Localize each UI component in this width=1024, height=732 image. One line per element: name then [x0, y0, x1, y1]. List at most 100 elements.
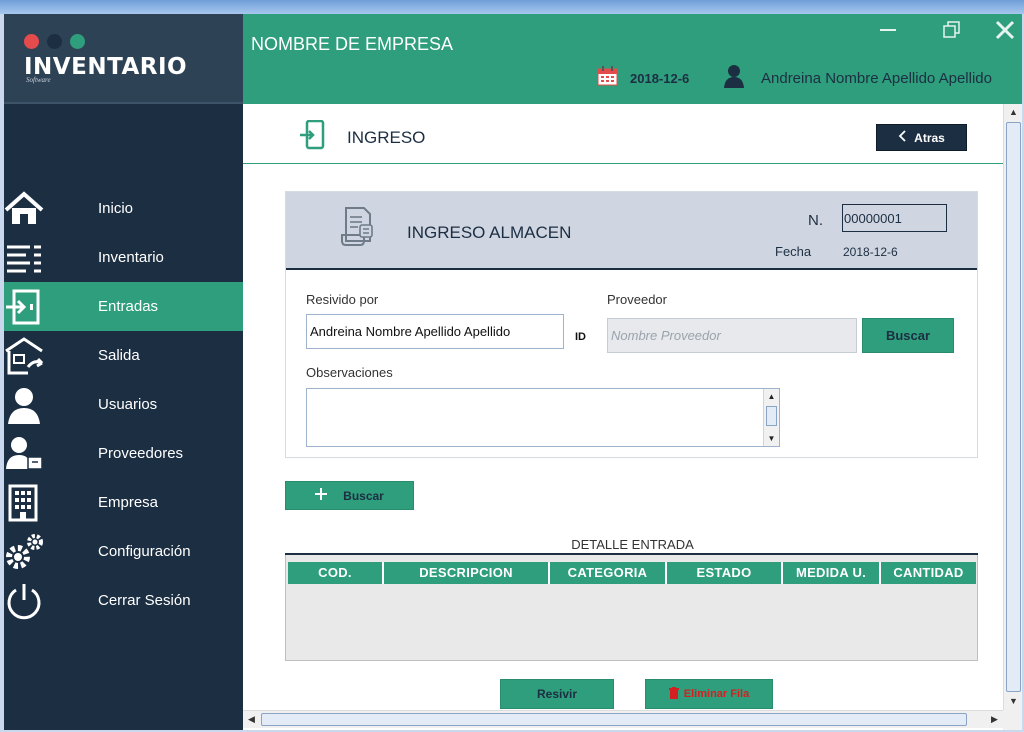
close-icon[interactable] — [995, 20, 1015, 46]
supplier-label: Proveedor — [607, 292, 667, 307]
scroll-thumb[interactable] — [766, 406, 777, 426]
supplier-input[interactable]: Nombre Proveedor — [607, 318, 857, 353]
scroll-left-icon[interactable]: ◀ — [245, 713, 258, 726]
building-icon — [4, 484, 44, 522]
sidebar-item-proveedores[interactable]: Proveedores — [4, 429, 243, 478]
sidebar-item-label: Usuarios — [98, 396, 158, 413]
vertical-scroll-thumb[interactable] — [1006, 122, 1021, 692]
sidebar-item-label: Empresa — [98, 494, 159, 511]
column-header-cod[interactable]: COD. — [288, 562, 384, 584]
detail-title: DETALLE ENTRADA — [571, 537, 694, 552]
top-header: NOMBRE DE EMPRESA 2018-12-6 Andreina Nom… — [243, 14, 1022, 104]
observations-label: Observaciones — [306, 365, 393, 380]
supplier-icon — [4, 435, 44, 473]
received-by-label: Resivido por — [306, 292, 379, 307]
delete-row-label: Eliminar Fila — [683, 688, 750, 700]
scroll-right-icon[interactable]: ▶ — [988, 713, 1001, 726]
gears-icon — [4, 533, 44, 571]
entry-icon — [299, 119, 325, 155]
page-topbar: INGRESO Atras — [243, 104, 1003, 164]
number-field[interactable]: 00000001 — [842, 204, 947, 232]
sidebar-item-empresa[interactable]: Empresa — [4, 478, 243, 527]
scroll-down-icon[interactable]: ▼ — [766, 433, 777, 444]
column-header-categoria[interactable]: CATEGORIA — [550, 562, 667, 584]
horizontal-scroll-thumb[interactable] — [261, 713, 967, 726]
delete-row-button[interactable]: Eliminar Fila — [645, 679, 773, 709]
sidebar: INVENTARIO Software Inicio Inventario En… — [4, 14, 243, 730]
page-title: INGRESO — [347, 128, 426, 147]
main-content: INGRESO Atras INGRESO ALMACEN N. 0000000… — [243, 104, 1003, 710]
column-header-cantidad[interactable]: CANTIDAD — [881, 562, 976, 584]
vertical-scrollbar[interactable]: ▲ ▼ — [1003, 104, 1022, 710]
add-item-label: Buscar — [343, 488, 384, 503]
dot-red — [24, 34, 39, 49]
entry-form-header: INGRESO ALMACEN N. 00000001 Fecha 2018-1… — [286, 192, 977, 270]
number-label: N. — [808, 212, 823, 229]
sidebar-item-label: Cerrar Sesión — [98, 592, 191, 609]
horizontal-scrollbar[interactable]: ◀ ▶ — [243, 710, 1003, 728]
date-value: 2018-12-6 — [843, 245, 898, 259]
id-label: ID — [575, 331, 586, 343]
minimize-icon[interactable] — [879, 20, 897, 46]
user-avatar-icon — [723, 64, 745, 93]
observations-scrollbar[interactable]: ▲ ▼ — [763, 389, 779, 446]
brand-panel: INVENTARIO Software — [4, 14, 243, 104]
card-title: INGRESO ALMACEN — [407, 223, 572, 242]
sidebar-item-usuarios[interactable]: Usuarios — [4, 380, 243, 429]
detail-table[interactable]: COD. DESCRIPCION CATEGORIA ESTADO MEDIDA… — [285, 553, 978, 661]
sidebar-item-cerrar-sesion[interactable]: Cerrar Sesión — [4, 576, 243, 625]
calendar-icon — [597, 66, 618, 91]
sidebar-item-label: Entradas — [98, 298, 159, 315]
sidebar-item-salida[interactable]: Salida — [4, 331, 243, 380]
table-divider — [285, 553, 978, 555]
enter-icon — [4, 288, 44, 326]
sidebar-item-label: Inventario — [98, 249, 164, 266]
sidebar-item-label: Proveedores — [98, 445, 184, 462]
sidebar-item-configuracion[interactable]: Configuración — [4, 527, 243, 576]
dot-navy — [47, 34, 62, 49]
receive-button[interactable]: Resivir — [500, 679, 614, 709]
sidebar-item-label: Salida — [98, 347, 140, 364]
trash-icon — [668, 686, 679, 702]
back-button-label: Atras — [914, 130, 945, 145]
search-supplier-button[interactable]: Buscar — [862, 318, 954, 353]
dot-green — [70, 34, 85, 49]
restore-icon[interactable] — [943, 20, 961, 46]
scrollbar-corner — [1003, 710, 1022, 730]
column-header-estado[interactable]: ESTADO — [667, 562, 783, 584]
observations-textarea[interactable]: ▲ ▼ — [306, 388, 780, 447]
column-header-descripcion[interactable]: DESCRIPCION — [384, 562, 550, 584]
sidebar-item-inventario[interactable]: Inventario — [4, 233, 243, 282]
entry-form-card: INGRESO ALMACEN N. 00000001 Fecha 2018-1… — [285, 191, 978, 458]
sidebar-item-label: Inicio — [98, 200, 134, 217]
scroll-down-icon[interactable]: ▼ — [1007, 695, 1020, 708]
plus-icon — [315, 488, 328, 503]
column-header-medida[interactable]: MEDIDA U. — [783, 562, 881, 584]
app-window: INVENTARIO Software Inicio Inventario En… — [4, 14, 1022, 730]
home-icon — [4, 190, 44, 228]
header-user-name: Andreina Nombre Apellido Apellido — [761, 70, 992, 87]
sidebar-item-inicio[interactable]: Inicio — [4, 184, 243, 233]
add-item-button[interactable]: Buscar — [285, 481, 414, 510]
received-by-input[interactable]: Andreina Nombre Apellido Apellido — [306, 314, 564, 349]
sidebar-item-label: Configuración — [98, 543, 191, 560]
header-user: Andreina Nombre Apellido Apellido — [723, 64, 992, 93]
warehouse-exit-icon — [4, 337, 44, 375]
sidebar-nav: Inicio Inventario Entradas Salida Usuari… — [4, 184, 243, 625]
back-button[interactable]: Atras — [876, 124, 967, 151]
scroll-up-icon[interactable]: ▲ — [766, 391, 777, 402]
document-icon — [338, 205, 380, 252]
brand-subtitle: Software — [26, 76, 51, 84]
window-title-bar — [0, 0, 1024, 14]
header-date: 2018-12-6 — [597, 66, 689, 91]
user-icon — [4, 386, 44, 424]
power-icon — [4, 582, 44, 620]
date-label: Fecha — [775, 244, 812, 259]
header-date-text: 2018-12-6 — [630, 71, 690, 86]
window-dots — [24, 34, 85, 49]
sidebar-item-entradas[interactable]: Entradas — [4, 282, 243, 331]
company-name: NOMBRE DE EMPRESA — [251, 34, 454, 54]
table-header-row: COD. DESCRIPCION CATEGORIA ESTADO MEDIDA… — [288, 562, 976, 584]
scroll-up-icon[interactable]: ▲ — [1007, 106, 1020, 119]
list-icon — [4, 239, 44, 277]
